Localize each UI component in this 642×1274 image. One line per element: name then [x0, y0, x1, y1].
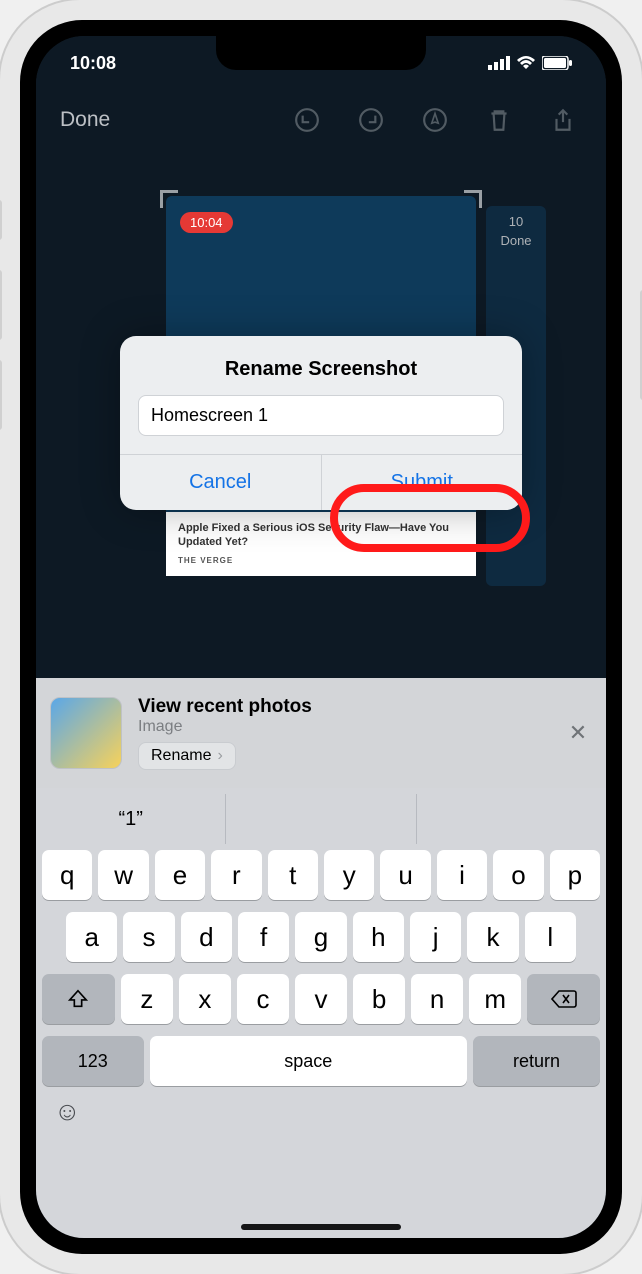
key-b[interactable]: b: [353, 974, 405, 1024]
cellular-icon: [488, 56, 510, 70]
rename-input[interactable]: [138, 395, 504, 436]
prediction-1[interactable]: “1”: [36, 794, 225, 844]
siri-title: View recent photos: [138, 696, 564, 718]
siri-suggestion-bar: View recent photos Image Rename › ✕: [36, 678, 606, 788]
rename-dialog: Rename Screenshot Cancel Submit: [120, 336, 522, 510]
undo-icon[interactable]: [294, 107, 320, 133]
siri-rename-chip[interactable]: Rename ›: [138, 742, 236, 770]
backspace-icon: [551, 989, 577, 1009]
key-e[interactable]: e: [155, 850, 205, 900]
shift-icon: [67, 988, 89, 1010]
keyboard: “1” q w e r t y u i o p a: [36, 788, 606, 1238]
close-icon[interactable]: ✕: [564, 719, 592, 747]
key-n[interactable]: n: [411, 974, 463, 1024]
crop-handle-top-left[interactable]: [160, 190, 178, 208]
submit-button[interactable]: Submit: [321, 455, 523, 510]
key-k[interactable]: k: [467, 912, 518, 962]
article-snippet: Apple Fixed a Serious iOS Security Flaw—…: [166, 512, 476, 576]
article-source: THE VERGE: [178, 556, 464, 566]
key-row-4: 123 space return: [36, 1030, 606, 1092]
key-u[interactable]: u: [380, 850, 430, 900]
key-m[interactable]: m: [469, 974, 521, 1024]
recording-pill: 10:04: [180, 212, 233, 233]
chevron-right-icon: ›: [217, 747, 222, 765]
battery-icon: [542, 56, 572, 70]
backspace-key[interactable]: [527, 974, 600, 1024]
key-z[interactable]: z: [121, 974, 173, 1024]
markup-pen-icon[interactable]: [422, 107, 448, 133]
crop-handle-top-right[interactable]: [464, 190, 482, 208]
secondary-done: Done: [500, 233, 531, 248]
key-t[interactable]: t: [268, 850, 318, 900]
dialog-title: Rename Screenshot: [120, 336, 522, 395]
key-w[interactable]: w: [98, 850, 148, 900]
key-r[interactable]: r: [211, 850, 261, 900]
status-time: 10:08: [70, 53, 116, 74]
key-h[interactable]: h: [353, 912, 404, 962]
key-c[interactable]: c: [237, 974, 289, 1024]
markup-toolbar: Done: [36, 90, 606, 150]
wifi-icon: [516, 56, 536, 70]
prediction-2[interactable]: [225, 794, 415, 844]
redo-icon[interactable]: [358, 107, 384, 133]
siri-subtitle: Image: [138, 718, 564, 736]
key-i[interactable]: i: [437, 850, 487, 900]
done-button[interactable]: Done: [60, 108, 110, 132]
siri-chip-label: Rename: [151, 747, 211, 765]
cancel-button[interactable]: Cancel: [120, 455, 321, 510]
key-p[interactable]: p: [550, 850, 600, 900]
key-row-3: z x c v b n m: [36, 968, 606, 1030]
emoji-key[interactable]: ☺: [54, 1096, 81, 1127]
key-y[interactable]: y: [324, 850, 374, 900]
key-d[interactable]: d: [181, 912, 232, 962]
key-row-1: q w e r t y u i o p: [36, 844, 606, 906]
status-icons: [488, 56, 572, 70]
article-title: Apple Fixed a Serious iOS Security Flaw—…: [178, 522, 464, 550]
key-l[interactable]: l: [525, 912, 576, 962]
prediction-3[interactable]: [416, 794, 606, 844]
key-g[interactable]: g: [295, 912, 346, 962]
prediction-row: “1”: [36, 794, 606, 844]
share-icon[interactable]: [550, 107, 576, 133]
secondary-time: 10: [509, 214, 523, 229]
numbers-key[interactable]: 123: [42, 1036, 144, 1086]
key-q[interactable]: q: [42, 850, 92, 900]
key-a[interactable]: a: [66, 912, 117, 962]
key-f[interactable]: f: [238, 912, 289, 962]
key-v[interactable]: v: [295, 974, 347, 1024]
trash-icon[interactable]: [486, 107, 512, 133]
notch: [216, 36, 426, 70]
key-o[interactable]: o: [493, 850, 543, 900]
key-j[interactable]: j: [410, 912, 461, 962]
key-x[interactable]: x: [179, 974, 231, 1024]
shift-key[interactable]: [42, 974, 115, 1024]
screen: 10:08 Done: [36, 36, 606, 1238]
key-s[interactable]: s: [123, 912, 174, 962]
space-key[interactable]: space: [150, 1036, 467, 1086]
return-key[interactable]: return: [473, 1036, 600, 1086]
key-row-2: a s d f g h j k l: [36, 906, 606, 968]
home-indicator[interactable]: [241, 1224, 401, 1230]
siri-thumbnail: [50, 697, 122, 769]
